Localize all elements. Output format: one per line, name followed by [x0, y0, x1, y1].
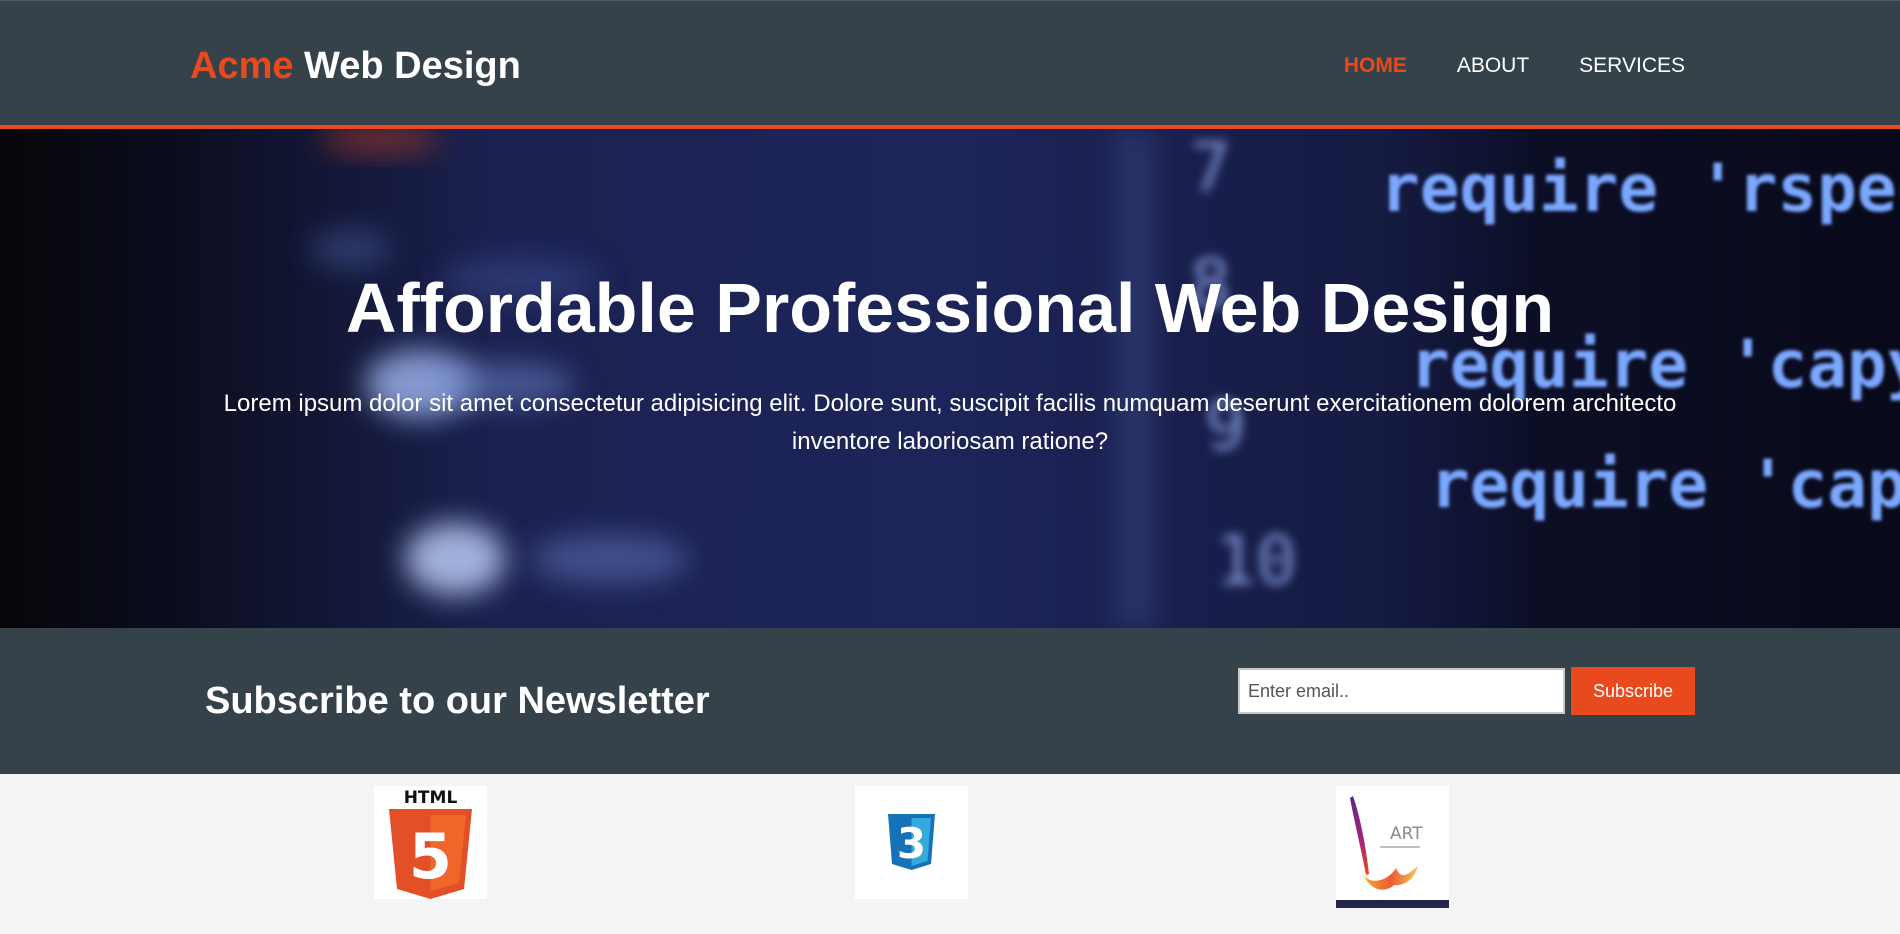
- site-logo[interactable]: Acme Web Design: [190, 45, 521, 88]
- main-nav: HOME ABOUT SERVICES: [1344, 54, 1685, 78]
- showcase: 7 8 9 10 require 'rspec/re require 'capy…: [0, 129, 1900, 628]
- art-logo-text: ART: [1390, 824, 1423, 844]
- code-line-number-10: 10: [1215, 522, 1297, 601]
- code-line-1: require 'rspec/re: [1380, 150, 1900, 227]
- email-input[interactable]: [1238, 668, 1565, 714]
- html5-number: 5: [409, 820, 452, 893]
- css3-number: 3: [897, 819, 926, 868]
- html5-logo: HTML 5: [374, 786, 487, 899]
- showcase-title: Affordable Professional Web Design: [345, 269, 1555, 347]
- html5-logo-text: HTML: [404, 788, 458, 808]
- newsletter-title: Subscribe to our Newsletter: [205, 680, 710, 722]
- subscribe-button[interactable]: Subscribe: [1571, 667, 1695, 715]
- newsletter-section: Subscribe to our Newsletter Subscribe: [0, 628, 1900, 774]
- brand-accent-text: Acme: [190, 45, 294, 87]
- brand-text: Web Design: [293, 45, 521, 87]
- code-line-number-7: 7: [1190, 129, 1231, 208]
- css3-logo: 3: [855, 786, 968, 899]
- art-logo: ART: [1336, 786, 1449, 908]
- feature-boxes: HTML 5 3 ART: [0, 774, 1900, 934]
- nav-link-services[interactable]: SERVICES: [1579, 54, 1685, 78]
- showcase-text: Lorem ipsum dolor sit amet consectetur a…: [223, 390, 1677, 455]
- site-header: Acme Web Design HOME ABOUT SERVICES: [0, 0, 1900, 129]
- nav-link-about[interactable]: ABOUT: [1457, 54, 1529, 78]
- showcase-background-image: 7 8 9 10 require 'rspec/re require 'capy…: [310, 129, 1900, 628]
- nav-link-home[interactable]: HOME: [1344, 54, 1407, 78]
